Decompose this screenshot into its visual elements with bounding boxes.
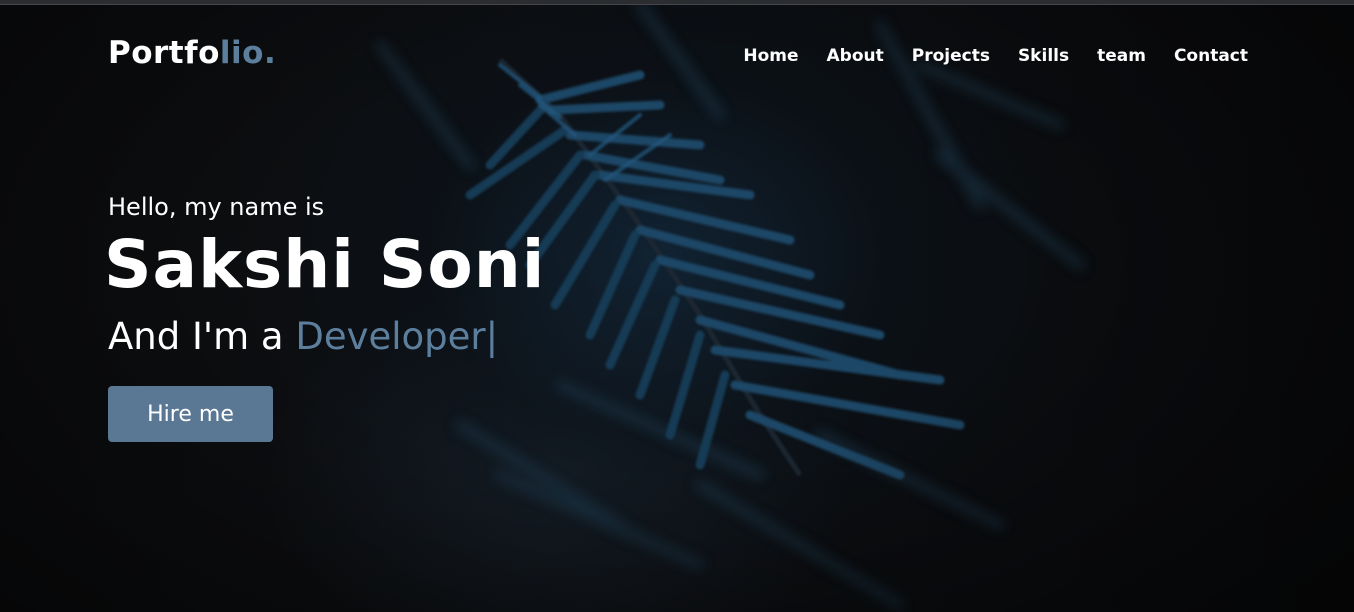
nav-link-home[interactable]: Home [743, 46, 798, 66]
logo-text-main: Portfo [108, 35, 220, 71]
nav-link-team[interactable]: team [1097, 46, 1146, 66]
nav-link-contact[interactable]: Contact [1174, 46, 1248, 66]
nav-link-skills[interactable]: Skills [1018, 46, 1069, 66]
hero-section [0, 5, 1354, 612]
hero-role-typed: Developer [295, 315, 486, 358]
hero-name: Sakshi Soni [104, 226, 546, 303]
main-nav: Home About Projects Skills team Contact [743, 46, 1248, 66]
vignette-overlay [0, 5, 1354, 612]
nav-link-projects[interactable]: Projects [912, 46, 990, 66]
hero-role: And I'm a Developer| [108, 315, 498, 358]
logo-text-accent: lio. [219, 35, 277, 71]
hero-greeting: Hello, my name is [108, 193, 325, 221]
nav-link-about[interactable]: About [827, 46, 884, 66]
typing-cursor: | [485, 315, 499, 358]
site-logo[interactable]: Portfolio. [108, 35, 276, 71]
hire-me-button[interactable]: Hire me [108, 386, 273, 442]
hero-role-prefix: And I'm a [108, 315, 296, 358]
